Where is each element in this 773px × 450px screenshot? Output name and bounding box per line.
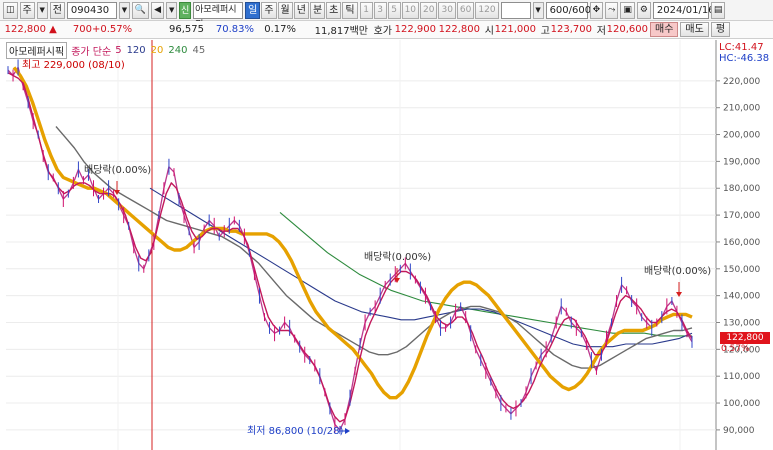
new-badge: 신 [179,1,192,19]
y-tick-label-2: 200,000 [723,131,760,141]
period-tab-0[interactable]: 일 [245,1,261,19]
legend-ma-4: 45 [192,45,206,56]
y-tick-label-8: 140,000 [723,292,760,302]
y-tick-label-13: 90,000 [723,426,755,436]
minute-tab-0[interactable]: 1 [359,1,373,19]
legend-ma-1: 120 [126,45,146,56]
minute-tab-5[interactable]: 30 [438,1,456,19]
line-tool-icon[interactable]: ⤳ [605,1,619,19]
y-tick-label-1: 210,000 [723,104,760,114]
quote-bar: 122,800 ▲ 700 +0.57% 96,575 70.83% 0.17%… [0,21,773,39]
period-tab-5[interactable]: 초 [326,1,342,19]
buy-button[interactable]: 매수 [650,22,679,37]
legend-ma-0: 5 [115,45,122,56]
current-price: 122,800 [4,24,46,35]
open-price: 121,000 [494,24,536,35]
magnifier-icon[interactable]: 🔍 [131,1,150,19]
code-dropdown-icon[interactable]: ▼ [118,1,130,19]
open-label: 시 [484,26,494,37]
legend-ma-3: 240 [168,45,188,56]
period-tab-6[interactable]: 틱 [342,1,358,19]
y-tick-label-0: 220,000 [723,77,760,87]
legend-ma-2: 20 [150,45,164,56]
dividend-annotation-0: 배당락(0.00%) [84,164,151,176]
stock-name-field[interactable]: 아모레퍼시픽 [193,1,244,30]
period-tab-4[interactable]: 분 [309,1,326,19]
y-tick-label-4: 180,000 [723,184,760,194]
chart-toolbar: ◫ 주 ▼ 전 090430 ▼ 🔍 ◀ ▼ 신 아모레퍼시픽 일주월년분초틱 … [0,0,773,30]
high-label: 고 [540,26,550,37]
y-tick-label-12: 100,000 [723,399,760,409]
high-price: 123,700 [550,24,592,35]
speaker-dropdown-icon[interactable]: ▼ [166,1,178,19]
legend-ma-list: 5 120 20 240 45 [115,45,205,56]
current-price-tag: 122,800 [720,332,770,344]
save-icon[interactable]: ▣ [620,1,635,19]
y-tick-label-7: 150,000 [723,265,760,275]
high-annotation: 최고 229,000 (08/10) [22,60,125,71]
window-icon[interactable]: ◫ [3,1,18,19]
sell-button[interactable]: 매도 [680,22,709,37]
calendar-icon[interactable]: ▤ [710,1,726,19]
period-tab-3[interactable]: 년 [293,1,309,19]
up-arrow-icon: ▲ [49,24,57,35]
y-tick-label-6: 160,000 [723,238,760,248]
minute-tab-3[interactable]: 10 [401,1,420,19]
chart-canvas[interactable]: 220,000 210,000 200,000 190,000 180,000 170,0… [0,40,773,450]
minute-tab-2[interactable]: 5 [387,1,401,19]
low-annotation: 최저 86,800 (10/28) [247,425,343,437]
minute-tabs: 1 3 5 10 20 30 60 120 [359,1,499,19]
price-change: 700 [72,24,92,35]
price-change-pct: +0.57% [92,24,133,35]
bid-price: 122,800 [438,24,480,35]
lc-hc-readout: LC:41.47 HC:-46.38 [719,42,769,64]
y-tick-label-9: 130,000 [723,318,760,328]
period-button[interactable]: 주 [19,1,35,19]
minute-tab-4[interactable]: 20 [420,1,438,19]
turnover: 0.17% [264,24,296,35]
period-tab-1[interactable]: 주 [261,1,277,19]
period-tabs: 일주월년분초틱 [245,1,358,19]
crosshair-icon[interactable]: ✥ [589,1,604,19]
price-chart[interactable]: 220,000 210,000 200,000 190,000 180,000 170,0… [0,40,773,450]
period-tab-2[interactable]: 월 [277,1,293,19]
minute-custom-input[interactable] [500,1,531,19]
dividend-annotation-1: 배당락(0.00%) [364,251,431,263]
current-price-pct: 0.57% [721,344,750,354]
y-tick-label-3: 190,000 [723,157,760,167]
gear-icon[interactable]: ⚙ [636,1,651,19]
speaker-icon[interactable]: ◀ [151,1,165,19]
code-input[interactable]: 090430 [66,1,117,19]
full-button[interactable]: 전 [49,1,65,19]
lc-value: LC:41.47 [719,42,764,53]
quote-label: 호가 [373,26,392,37]
low-price: 120,600 [606,24,648,35]
hc-value: HC:-46.38 [719,53,770,64]
dividend-annotation-2: 배당락(0.00%) [644,265,711,277]
volume-ratio: 70.83% [215,24,254,35]
y-tick-label-11: 110,000 [723,372,760,382]
minute-tab-6[interactable]: 60 [456,1,475,19]
minute-tab-7[interactable]: 120 [475,1,499,19]
low-label: 저 [596,26,606,37]
average-button[interactable]: 평 [710,22,731,37]
trade-amount: 11,817백만 [314,26,368,37]
minute-dropdown-icon[interactable]: ▼ [532,1,544,19]
chevron-down-icon[interactable]: ▼ [36,1,48,19]
minute-tab-1[interactable]: 3 [373,1,387,19]
count-input[interactable]: 600/600 [545,1,591,19]
date-input[interactable]: 2024/01/16 [652,1,715,19]
plot-background [6,40,716,450]
volume: 96,575 [169,24,204,35]
y-tick-label-5: 170,000 [723,211,760,221]
ask-price: 122,900 [394,24,436,35]
